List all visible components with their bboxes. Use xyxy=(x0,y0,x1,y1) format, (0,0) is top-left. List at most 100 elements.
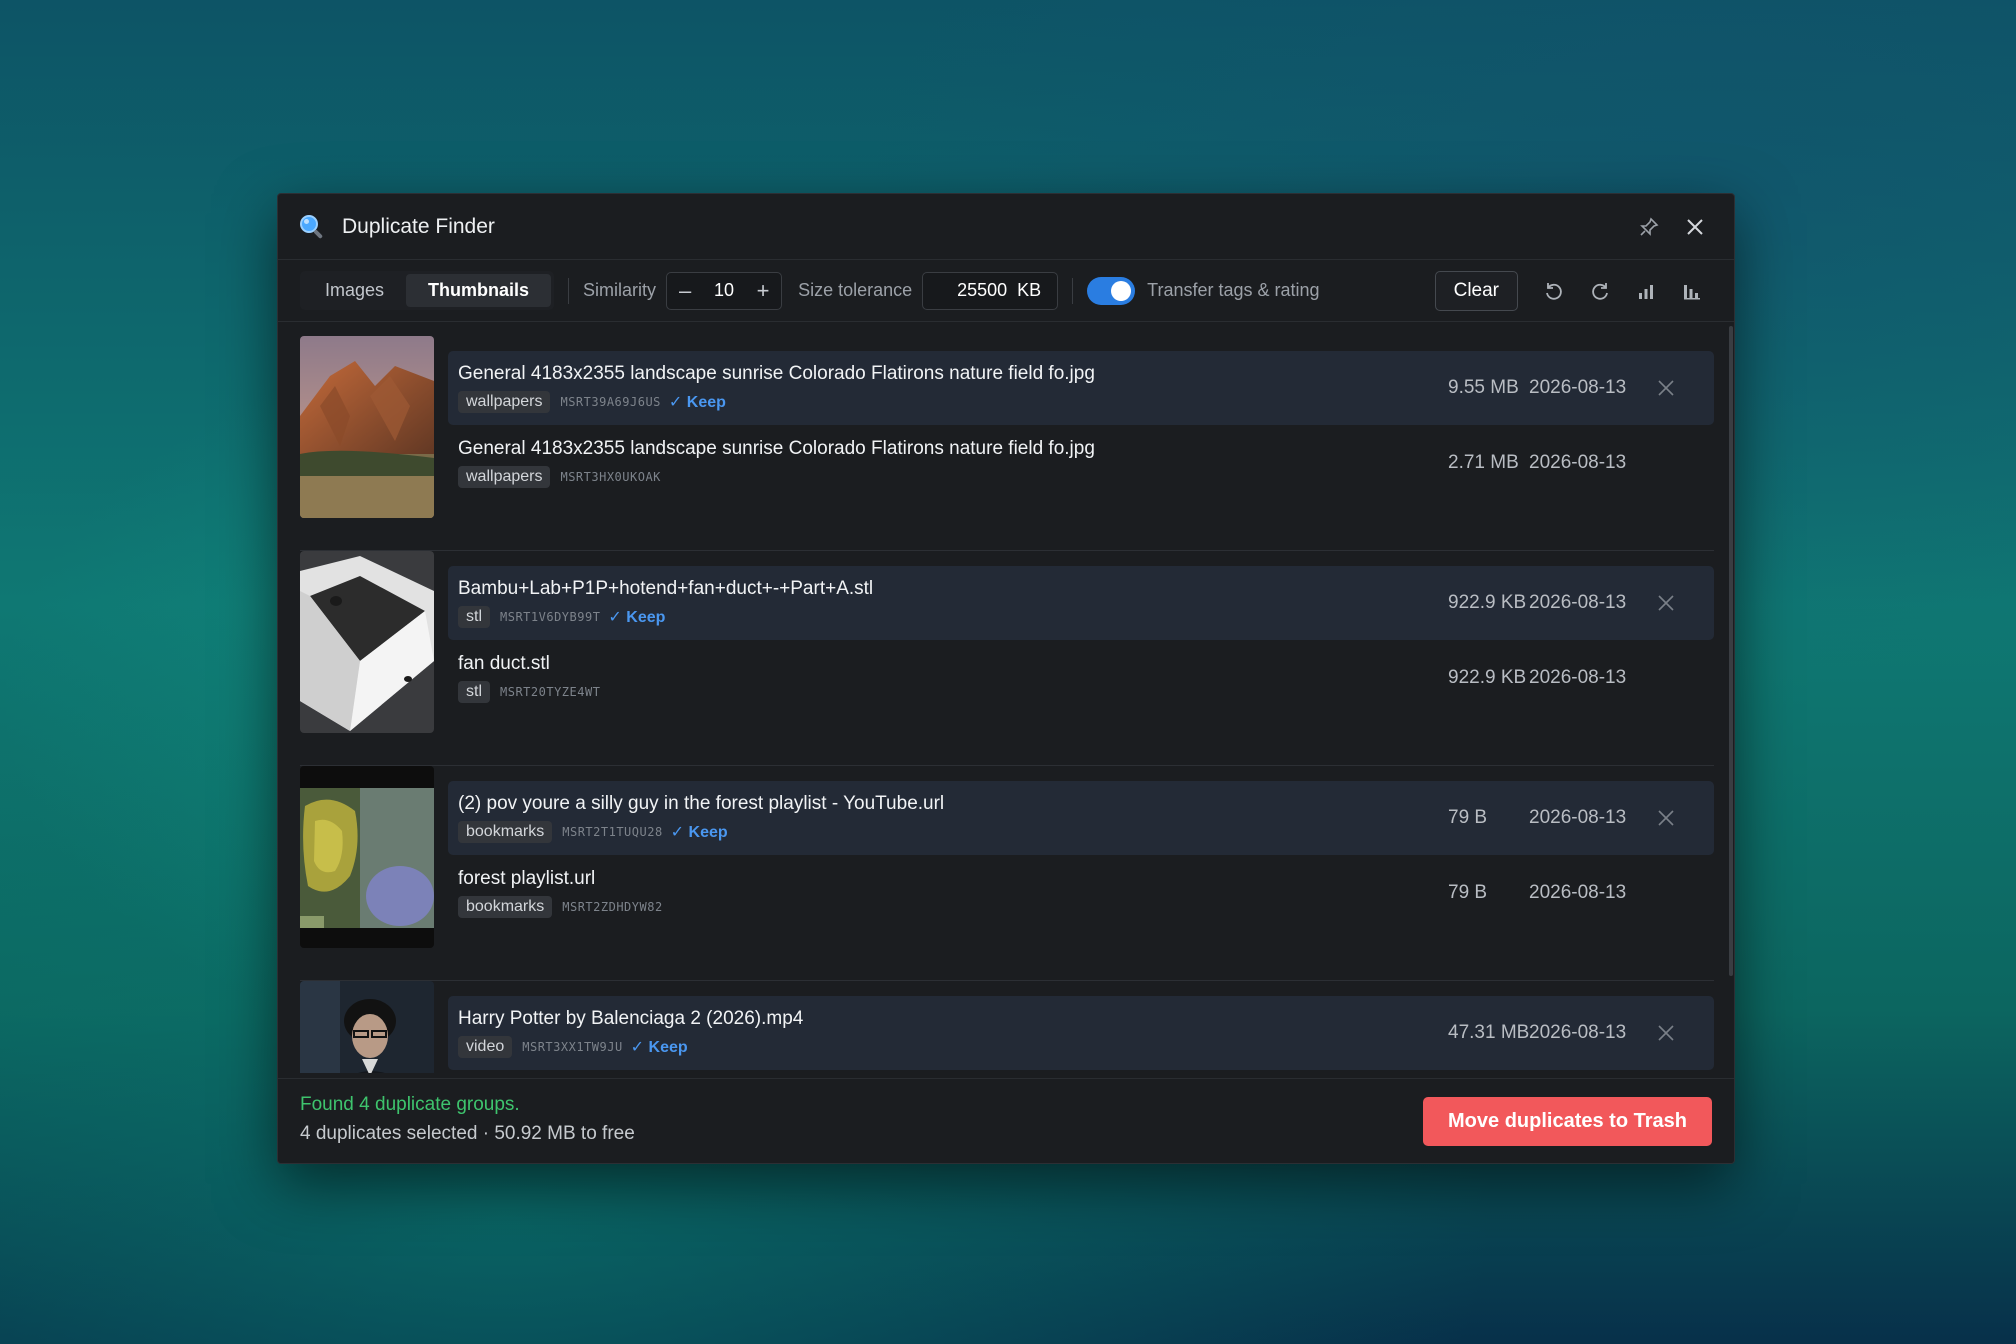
file-size: 79 B xyxy=(1448,882,1488,903)
file-date: 2026-08-13 xyxy=(1529,807,1627,828)
file-date: 2026-08-13 xyxy=(1529,592,1627,613)
file-meta: wallpapers MSRT39A69J6US ✓ Keep xyxy=(458,391,726,413)
tag-badge: stl xyxy=(458,606,490,628)
file-name: General 4183x2355 landscape sunrise Colo… xyxy=(458,363,1095,384)
file-name: (2) pov youre a silly guy in the forest … xyxy=(458,793,945,814)
stats-alt-button[interactable] xyxy=(1672,271,1712,311)
duplicate-finder-window: Duplicate Finder Images Thumbnails Simil… xyxy=(277,193,1735,1164)
file-name: Bambu+Lab+P1P+hotend+fan+duct+-+Part+A.s… xyxy=(458,578,874,599)
selection-summary: 4 duplicates selected · 50.92 MB to free xyxy=(300,1123,635,1144)
divider xyxy=(1072,277,1074,304)
tab-thumbnails[interactable]: Thumbnails xyxy=(406,274,552,307)
dismiss-group-icon[interactable] xyxy=(1653,375,1679,401)
tag-badge: wallpapers xyxy=(458,391,551,413)
file-row-duplicate[interactable]: General 4183x2355 landscape sunrise Colo… xyxy=(448,426,1714,500)
transfer-tags-label: Transfer tags & rating xyxy=(1147,280,1320,300)
size-tolerance-input[interactable] xyxy=(953,280,1008,301)
duplicate-group: General 4183x2355 landscape sunrise Colo… xyxy=(300,336,1714,551)
redo-icon xyxy=(1592,282,1608,300)
playlist-cover-image xyxy=(300,766,434,948)
file-date: 2026-08-13 xyxy=(1529,1022,1627,1043)
keep-badge: ✓ Keep xyxy=(608,609,666,626)
footer: Found 4 duplicate groups. 4 duplicates s… xyxy=(278,1078,1734,1163)
window-title: Duplicate Finder xyxy=(342,214,495,238)
duplicate-group: (2) pov youre a silly guy in the forest … xyxy=(300,766,1714,981)
keep-badge: ✓ Keep xyxy=(668,394,726,411)
file-size: 9.55 MB xyxy=(1448,377,1519,398)
similarity-increment-button[interactable]: + xyxy=(745,273,781,309)
stl-model-thumbnail[interactable] xyxy=(300,551,434,733)
bar-chart-alt-icon xyxy=(1684,284,1700,299)
size-tolerance-unit: KB xyxy=(1017,280,1042,300)
undo-button[interactable] xyxy=(1534,271,1574,311)
duplicate-group: Harry Potter by Balenciaga 2 (2026).mp4 … xyxy=(300,981,1714,1073)
file-id: MSRT3HX0UKOAK xyxy=(560,470,661,484)
close-window-button[interactable] xyxy=(1678,210,1712,244)
magnifier-app-icon xyxy=(300,214,323,238)
file-name: fan duct.stl xyxy=(458,653,550,674)
file-name: General 4183x2355 landscape sunrise Colo… xyxy=(458,438,1095,459)
file-id: MSRT2T1TUQU28 xyxy=(562,825,663,839)
file-size: 2.71 MB xyxy=(1448,452,1519,473)
dismiss-group-icon[interactable] xyxy=(1653,805,1679,831)
similarity-value[interactable]: 10 xyxy=(703,280,745,301)
file-row-duplicate[interactable]: forest playlist.url bookmarks MSRT2ZDHDY… xyxy=(448,856,1714,930)
tab-images[interactable]: Images xyxy=(303,274,406,307)
tag-badge: wallpapers xyxy=(458,466,551,488)
file-meta: video MSRT3XX1TW9JU ✓ Keep xyxy=(458,1036,688,1058)
list-scrollbar[interactable] xyxy=(1729,326,1733,976)
stats-button[interactable] xyxy=(1626,271,1666,311)
tag-badge: video xyxy=(458,1036,513,1058)
clear-button[interactable]: Clear xyxy=(1434,270,1518,311)
file-id: MSRT1V6DYB99T xyxy=(500,610,601,624)
file-date: 2026-08-13 xyxy=(1529,377,1627,398)
pin-button[interactable] xyxy=(1632,210,1666,244)
file-date: 2026-08-13 xyxy=(1529,667,1627,688)
bar-chart-icon xyxy=(1639,284,1653,299)
duplicate-group-list: General 4183x2355 landscape sunrise Colo… xyxy=(278,323,1734,1073)
file-size: 79 B xyxy=(1448,807,1488,828)
file-date: 2026-08-13 xyxy=(1529,452,1627,473)
file-size: 922.9 KB xyxy=(1448,592,1527,613)
transfer-tags-toggle[interactable] xyxy=(1087,276,1136,305)
file-row-keep[interactable]: (2) pov youre a silly guy in the forest … xyxy=(448,781,1714,855)
file-name: forest playlist.url xyxy=(458,868,596,889)
keep-badge: ✓ Keep xyxy=(670,824,728,841)
similarity-stepper: – 10 + xyxy=(666,271,783,310)
file-id: MSRT39A69J6US xyxy=(560,395,661,409)
mountain-landscape-thumbnail[interactable] xyxy=(300,336,434,518)
file-name: Harry Potter by Balenciaga 2 (2026).mp4 xyxy=(458,1008,804,1029)
status-text: Found 4 duplicate groups. xyxy=(300,1094,520,1115)
duplicate-group: Bambu+Lab+P1P+hotend+fan+duct+-+Part+A.s… xyxy=(300,551,1714,766)
forest-playlist-thumbnail[interactable] xyxy=(300,766,434,948)
undo-icon xyxy=(1546,282,1562,300)
file-meta: bookmarks MSRT2T1TUQU28 ✓ Keep xyxy=(458,821,728,843)
view-mode-tabs: Images Thumbnails xyxy=(300,271,555,310)
similarity-decrement-button[interactable]: – xyxy=(667,273,703,309)
video-frame-image xyxy=(300,981,434,1073)
tag-badge: stl xyxy=(458,681,490,703)
tag-badge: bookmarks xyxy=(458,821,553,843)
video-portrait-thumbnail[interactable] xyxy=(300,981,434,1073)
file-meta: wallpapers MSRT3HX0UKOAK xyxy=(458,466,669,488)
redo-button[interactable] xyxy=(1580,271,1620,311)
toolbar: Images Thumbnails Similarity – 10 + Size… xyxy=(278,260,1734,322)
close-icon xyxy=(1687,218,1703,235)
title-bar: Duplicate Finder xyxy=(278,194,1734,260)
similarity-label: Similarity xyxy=(583,280,657,300)
keep-badge: ✓ Keep xyxy=(630,1039,688,1056)
divider xyxy=(568,277,570,304)
file-meta: stl MSRT1V6DYB99T ✓ Keep xyxy=(458,606,665,628)
file-row-duplicate[interactable]: fan duct.stl stl MSRT20TYZE4WT 922.9 KB … xyxy=(448,641,1714,715)
file-row-keep[interactable]: Harry Potter by Balenciaga 2 (2026).mp4 … xyxy=(448,996,1714,1070)
dismiss-group-icon[interactable] xyxy=(1653,590,1679,616)
file-id: MSRT2ZDHDYW82 xyxy=(562,900,663,914)
dismiss-group-icon[interactable] xyxy=(1653,1020,1679,1046)
file-date: 2026-08-13 xyxy=(1529,882,1627,903)
file-id: MSRT3XX1TW9JU xyxy=(522,1040,623,1054)
file-row-keep[interactable]: General 4183x2355 landscape sunrise Colo… xyxy=(448,351,1714,425)
file-size: 922.9 KB xyxy=(1448,667,1527,688)
move-to-trash-button[interactable]: Move duplicates to Trash xyxy=(1423,1097,1712,1146)
file-row-keep[interactable]: Bambu+Lab+P1P+hotend+fan+duct+-+Part+A.s… xyxy=(448,566,1714,640)
size-tolerance-field: KB xyxy=(922,271,1059,310)
